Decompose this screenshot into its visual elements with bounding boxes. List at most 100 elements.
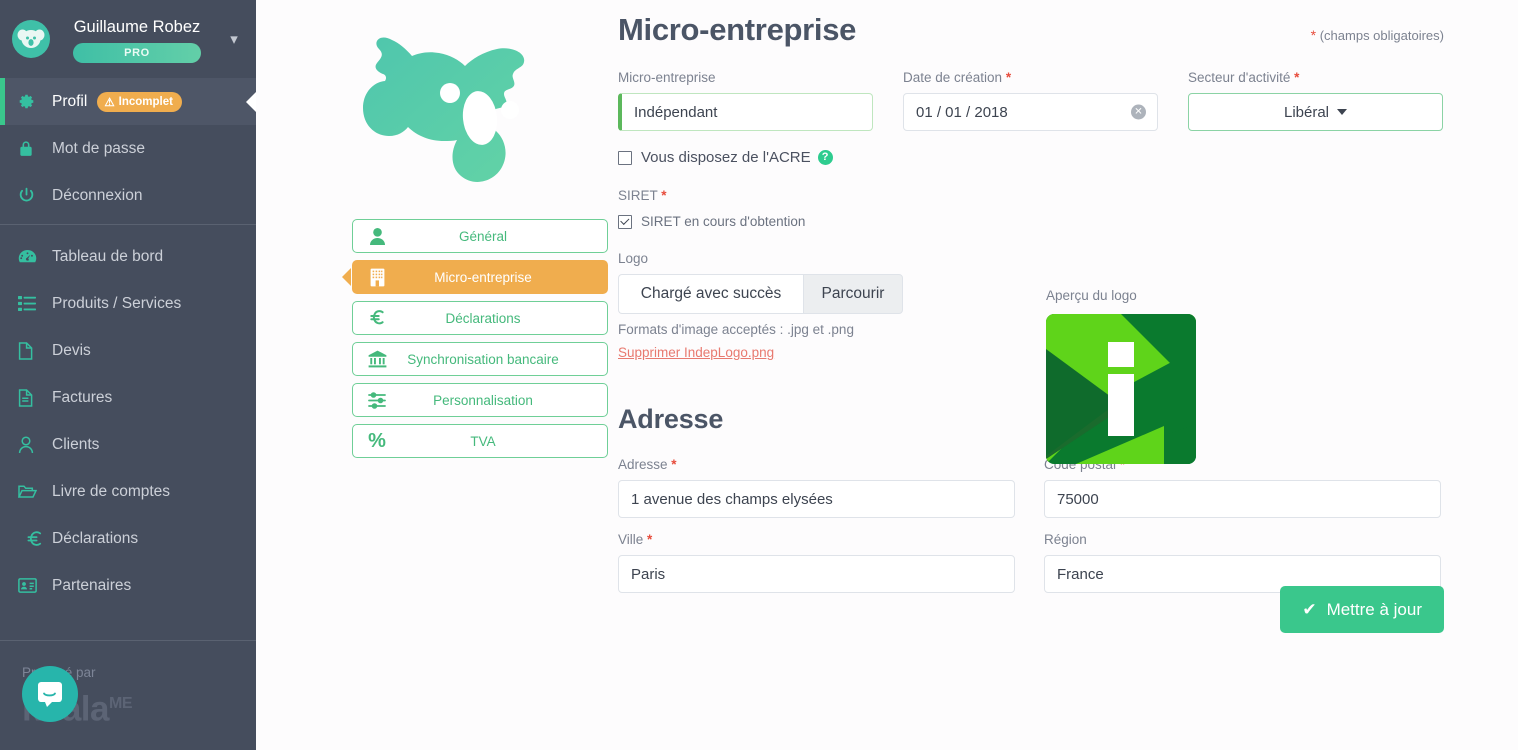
sidebar-item-profil[interactable]: Profil ⚠ Incomplet <box>0 78 257 125</box>
sidebar-item-label: Déclarations <box>52 529 139 547</box>
delete-logo-link[interactable]: Supprimer IndepLogo.png <box>618 345 774 360</box>
sidebar-item-label: Déconnexion <box>52 186 143 204</box>
field-label: Adresse * <box>618 457 1015 472</box>
siret-checkbox-row[interactable]: SIRET en cours d'obtention <box>618 214 1444 229</box>
siret-checkbox[interactable] <box>618 214 632 229</box>
tab-label: TVA <box>470 433 496 449</box>
file-icon <box>18 341 48 360</box>
sidebar-item-mot-de-passe[interactable]: Mot de passe <box>0 125 256 172</box>
field-code-postal: Code postal * <box>1044 457 1441 518</box>
sidebar-divider <box>0 224 256 225</box>
status-badge-label: Incomplet <box>118 95 173 108</box>
address-section-title: Adresse <box>618 404 724 434</box>
sidebar-item-declarations[interactable]: Déclarations <box>0 515 256 562</box>
browse-button[interactable]: Parcourir <box>803 274 903 314</box>
required-star: * <box>1294 70 1300 85</box>
sidebar-item-produits-services[interactable]: Produits / Services <box>0 280 256 327</box>
tab-declarations[interactable]: Déclarations <box>352 301 608 335</box>
acre-label: Vous disposez de l'ACRE <box>641 149 811 166</box>
sidebar-item-label: Produits / Services <box>52 294 182 312</box>
field-micro-entreprise: Micro-entreprise <box>618 70 873 131</box>
sidebar-item-tableau-de-bord[interactable]: Tableau de bord <box>0 233 256 280</box>
avatar <box>12 20 50 58</box>
power-icon <box>18 187 48 204</box>
sidebar-item-devis[interactable]: Devis <box>0 327 256 374</box>
question-icon[interactable]: ? <box>817 150 833 165</box>
sidebar-item-label: Livre de comptes <box>52 482 171 500</box>
acre-checkbox[interactable] <box>618 150 632 165</box>
app-root: Guillaume Robez PRO ▾ Profil ⚠ Incomplet <box>0 0 1518 750</box>
address-row-2: Ville * Région <box>618 532 1444 593</box>
sidebar-item-label: Devis <box>52 341 91 359</box>
logo-preview-label: Aperçu du logo <box>1046 288 1137 303</box>
sidebar-user: Guillaume Robez PRO <box>52 16 222 63</box>
acre-checkbox-row[interactable]: Vous disposez de l'ACRE ? <box>618 149 1444 166</box>
bank-icon <box>353 350 401 368</box>
field-label: Ville * <box>618 532 1015 547</box>
clear-icon[interactable]: ✕ <box>1131 104 1146 120</box>
update-button[interactable]: ✔ Mettre à jour <box>1280 586 1444 633</box>
id-card-icon <box>18 578 48 593</box>
form-row-1: Micro-entreprise Date de création * ✕ <box>618 70 1444 131</box>
brand-suffix: ME <box>109 695 133 712</box>
sidebar-header[interactable]: Guillaume Robez PRO ▾ <box>0 0 256 78</box>
folder-open-icon <box>18 484 48 499</box>
sidebar-footer: Proposé par koalaME <box>0 640 256 750</box>
date-creation-input[interactable] <box>903 93 1158 131</box>
check-icon: ✔ <box>1302 599 1317 619</box>
lock-icon <box>18 140 48 157</box>
percent-icon: % <box>368 429 386 452</box>
required-note-label: (champs obligatoires) <box>1319 28 1444 43</box>
field-label-text: Date de création <box>903 70 1003 85</box>
user-name: Guillaume Robez <box>73 17 201 36</box>
person-icon <box>353 227 401 245</box>
tab-label: Général <box>458 228 508 244</box>
tab-general[interactable]: Général <box>352 219 608 253</box>
tab-synchronisation-bancaire[interactable]: Synchronisation bancaire <box>352 342 608 376</box>
ville-input[interactable] <box>618 555 1015 593</box>
micro-entreprise-input[interactable] <box>618 93 873 131</box>
intercom-launcher-button[interactable] <box>22 666 78 722</box>
secteur-activite-select[interactable]: Libéral <box>1188 93 1443 131</box>
sidebar-item-label: Mot de passe <box>52 139 146 157</box>
sidebar-item-factures[interactable]: Factures <box>0 374 256 421</box>
siret-checkbox-label: SIRET en cours d'obtention <box>641 214 806 229</box>
tab-micro-entreprise[interactable]: Micro-entreprise <box>352 260 608 294</box>
logo-label: Logo <box>618 251 649 266</box>
required-star: * <box>671 457 677 472</box>
form-column: Micro-entreprise * (champs obligatoires)… <box>618 0 1444 633</box>
sidebar-item-clients[interactable]: Clients <box>0 421 256 468</box>
euro-icon <box>353 309 401 327</box>
adresse-input[interactable] <box>618 480 1015 518</box>
tab-personnalisation[interactable]: Personnalisation <box>352 383 608 417</box>
address-row-1: Adresse * Code postal * <box>618 457 1444 518</box>
required-fields-note: * (champs obligatoires) <box>1311 27 1444 43</box>
sidebar-item-partenaires[interactable]: Partenaires <box>0 562 256 609</box>
sidebar-item-label: Clients <box>52 435 100 453</box>
logo-preview-block: Aperçu du logo <box>1046 288 1196 464</box>
siret-label-text: SIRET <box>618 188 658 203</box>
chevron-down-icon[interactable]: ▾ <box>222 30 246 48</box>
field-label: Date de création * <box>903 70 1158 85</box>
tab-tva[interactable]: % TVA <box>352 424 608 458</box>
chat-bubble-icon <box>38 682 62 707</box>
tab-label: Personnalisation <box>433 392 533 408</box>
euro-icon <box>18 530 48 548</box>
gear-icon <box>18 93 48 110</box>
koala-mascot-illustration <box>363 37 525 182</box>
invoice-icon <box>18 388 48 407</box>
code-postal-input[interactable] <box>1044 480 1441 518</box>
sidebar-item-livre-de-comptes[interactable]: Livre de comptes <box>0 468 256 515</box>
koala-avatar-icon <box>17 29 45 48</box>
secteur-selected-value: Libéral <box>1283 103 1330 121</box>
tab-label: Déclarations <box>445 310 521 326</box>
list-icon <box>18 296 48 311</box>
sidebar-item-deconnexion[interactable]: Déconnexion <box>0 172 256 219</box>
sliders-icon <box>353 391 401 409</box>
logo-file-input: Chargé avec succès Parcourir <box>618 274 903 314</box>
field-label: Région <box>1044 532 1441 547</box>
main-content: Général Micro-entreprise Déclarations Sy… <box>256 0 1518 750</box>
sidebar-item-label: Tableau de bord <box>52 247 164 265</box>
field-label-text: Région <box>1044 532 1087 547</box>
update-button-label: Mettre à jour <box>1326 599 1422 619</box>
